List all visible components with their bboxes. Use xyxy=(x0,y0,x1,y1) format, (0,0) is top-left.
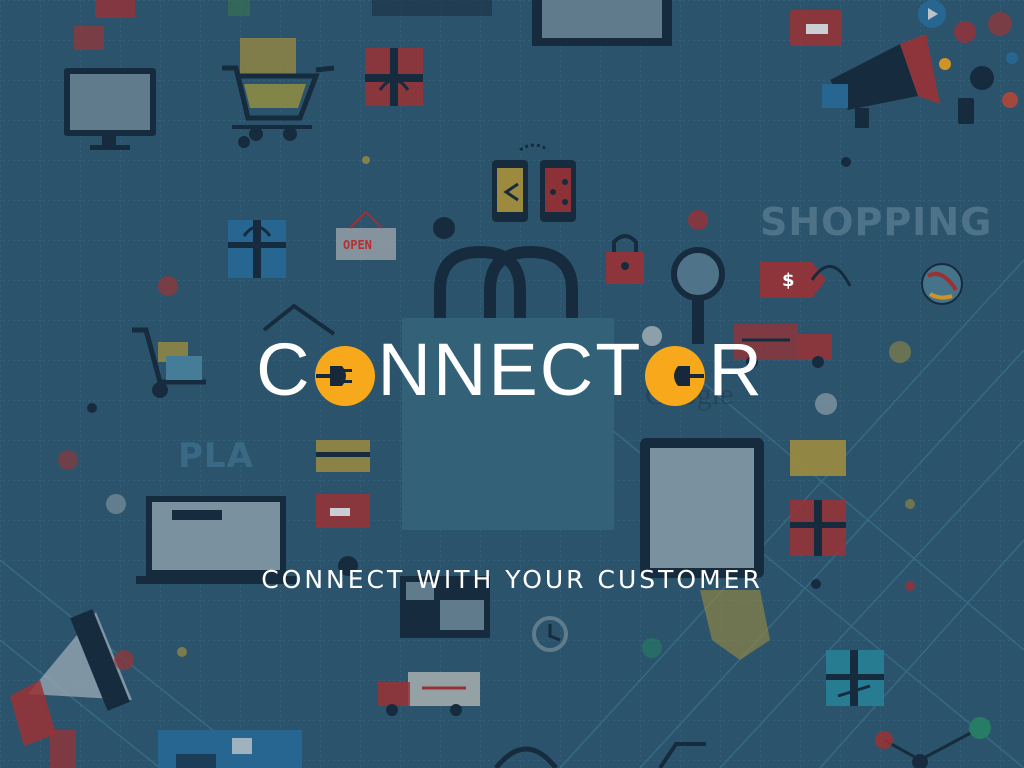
hero-banner: SHOPPING Google PLA OPEN $ C NNECT xyxy=(0,0,1024,768)
shop-icon xyxy=(74,26,104,50)
shopping-decor-text: SHOPPING xyxy=(760,200,993,244)
price-tag-symbol: $ xyxy=(782,270,795,291)
tablet-right-icon xyxy=(640,438,764,578)
plug-o-icon xyxy=(314,339,376,406)
barcode-icon xyxy=(372,0,492,16)
gift-left-icon xyxy=(228,220,286,278)
globe-icon xyxy=(921,263,963,305)
brand-letters-middle: NNECT xyxy=(377,328,643,411)
wallet-left-icon xyxy=(316,494,370,528)
wallet-icon xyxy=(790,10,842,46)
store-awning-icon xyxy=(95,0,135,18)
brand-logo: C NNECT R xyxy=(240,332,780,408)
tablet-top-icon xyxy=(532,0,672,46)
brand-wordmark: C NNECT R xyxy=(240,332,780,408)
gift-icon xyxy=(365,48,423,106)
brand-letter-r: R xyxy=(708,328,764,411)
open-sign-text: OPEN xyxy=(343,238,372,252)
money-icon xyxy=(228,0,250,16)
socket-o-icon xyxy=(644,339,706,406)
gift-bottom-right-icon xyxy=(826,650,884,706)
tagline: CONNECT WITH YOUR CUSTOMER xyxy=(261,565,763,594)
brand-letter-c: C xyxy=(256,328,312,411)
pla-decor-text: PLA xyxy=(178,436,254,476)
credit-card-icon xyxy=(316,440,370,472)
